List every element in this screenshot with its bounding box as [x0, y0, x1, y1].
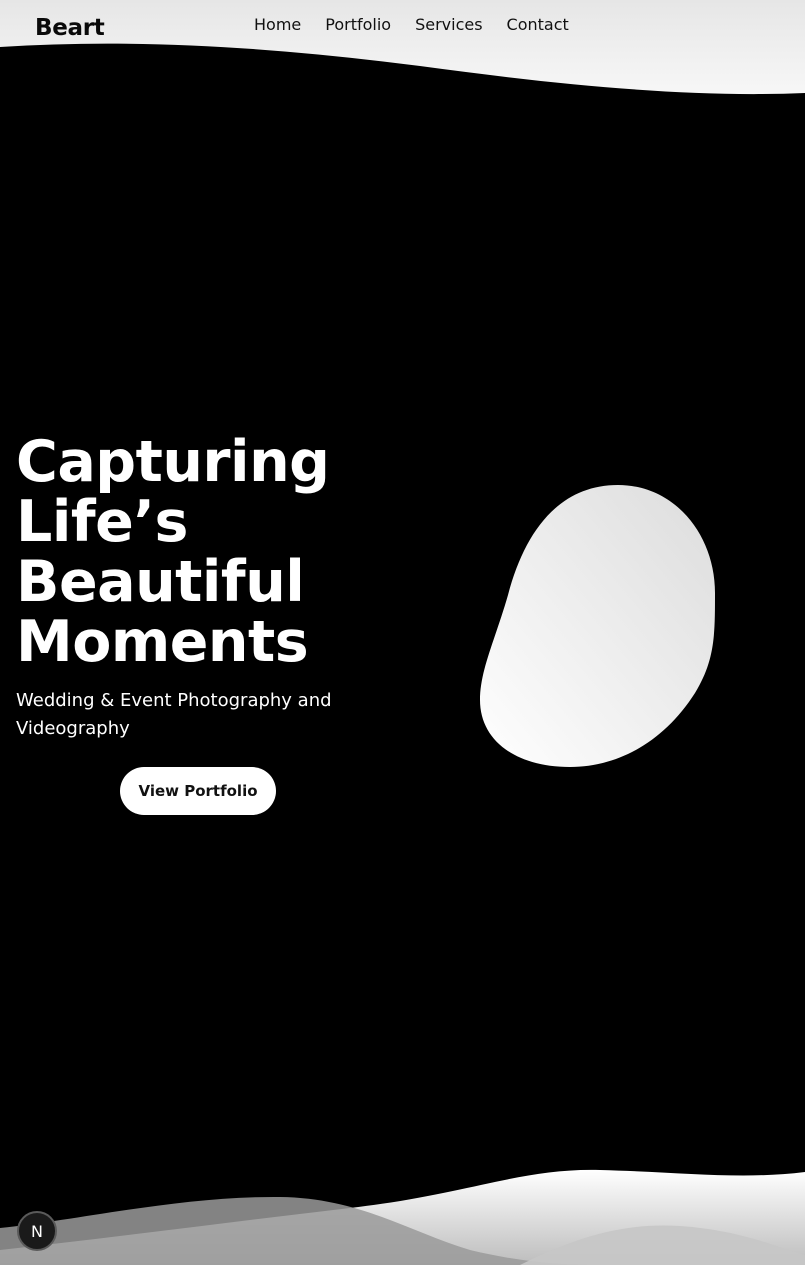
nav-home-link[interactable]: Home [254, 14, 301, 36]
hero-section: Capturing Life’s Beautiful Moments Weddi… [16, 432, 416, 743]
view-portfolio-button[interactable]: View Portfolio [120, 767, 276, 815]
nav-links: Home Portfolio Services Contact [254, 14, 569, 36]
hero-subtitle: Wedding & Event Photography and Videogra… [16, 690, 332, 739]
nav-services-link[interactable]: Services [415, 14, 482, 36]
brand-logo[interactable]: Beart [35, 13, 105, 43]
nextjs-badge-icon[interactable]: N [17, 1211, 57, 1251]
hero-title: Capturing Life’s Beautiful Moments [16, 432, 416, 672]
nav-contact-link[interactable]: Contact [507, 14, 569, 36]
hero-title-line: Moments [16, 609, 309, 675]
nav-portfolio-link[interactable]: Portfolio [325, 14, 391, 36]
hero-title-line: Beautiful [16, 549, 305, 615]
navbar: Beart Home Portfolio Services Contact [0, 0, 805, 50]
hero-title-line: Life’s [16, 489, 188, 555]
hero-title-line: Capturing [16, 429, 330, 495]
abstract-blob-icon [480, 485, 715, 767]
